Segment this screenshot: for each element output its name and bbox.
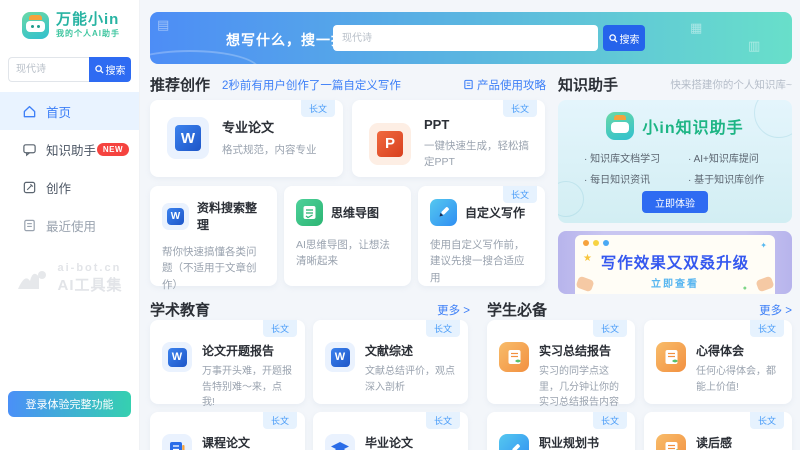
- report-pencil-icon: [656, 434, 686, 450]
- word-icon: W: [162, 203, 189, 230]
- card-literature-review[interactable]: 长文 W 文献综述 文献总结评价，观点深入剖析: [313, 320, 468, 404]
- new-badge: NEW: [97, 143, 129, 156]
- long-text-badge: 长文: [593, 320, 627, 337]
- card-graduation-thesis[interactable]: 长文 毕业论文 格式规范、内容专业的毕业: [313, 412, 468, 450]
- banner-search-input[interactable]: [333, 25, 598, 51]
- chat-icon: [22, 142, 37, 157]
- card-custom-writing[interactable]: 长文 自定义写作 使用自定义写作前，建议先搜一搜合适应用: [418, 186, 545, 286]
- report-leaf-icon: [499, 342, 529, 372]
- pen-icon: [430, 199, 457, 226]
- sidebar-item-create[interactable]: 创作: [0, 168, 139, 206]
- mindmap-icon: [296, 199, 323, 226]
- sidebar-item-recent[interactable]: 最近使用: [0, 206, 139, 244]
- ai-bot-logo-icon: [17, 267, 51, 291]
- knowledge-panel-title: 小in知识助手: [642, 114, 743, 138]
- recommend-header: 推荐创作 2秒前有用户创作了一篇自定义写作 产品使用攻略: [150, 74, 546, 95]
- promo-banner[interactable]: ★ ✦ ● 写作效果又双叒升级 立即查看: [558, 231, 792, 294]
- report-leaf-icon: [656, 342, 686, 372]
- word-icon: W: [167, 117, 209, 159]
- try-now-button[interactable]: 立即体验: [642, 191, 708, 213]
- pen-icon: [499, 434, 529, 450]
- sidebar-search-button[interactable]: 搜索: [89, 57, 131, 82]
- banner-prompt: 想写什么，搜一搜: [226, 30, 346, 50]
- knowledge-header: 知识助手 快来搭建你的个人知识库~: [558, 74, 792, 95]
- card-book-review[interactable]: 长文 读后感: [644, 412, 792, 450]
- sidebar-item-home[interactable]: 首页: [0, 92, 139, 130]
- ppt-deco-icon: ▦: [690, 20, 702, 36]
- student-more-link[interactable]: 更多 >: [759, 302, 792, 318]
- recent-icon: [22, 218, 37, 233]
- graduation-cap-icon: [325, 434, 355, 450]
- feature-item: 知识库文档学习: [584, 150, 688, 165]
- student-section-header: 学生必备 更多 >: [487, 299, 792, 320]
- knowledge-subtitle: 快来搭建你的个人知识库~: [670, 77, 792, 92]
- main-content: ▤ ▦ ▥ 想写什么，搜一搜 搜索 推荐创作 2秒前有用户创作了一篇自定义写作 …: [140, 0, 800, 450]
- long-text-badge: 长文: [503, 186, 537, 203]
- card-ppt[interactable]: 长文 P PPT 一键快速生成，轻松搞定PPT: [352, 100, 545, 177]
- long-text-badge: 长文: [750, 412, 784, 429]
- long-text-badge: 长文: [426, 320, 460, 337]
- academic-section-header: 学术教育 更多 >: [150, 299, 470, 320]
- banner-search-button[interactable]: 搜索: [603, 25, 645, 51]
- card-research-search[interactable]: W 资料搜索整理 帮你快速搞懂各类问题（不适用于文章创作）: [150, 186, 277, 286]
- login-button[interactable]: 登录体验完整功能: [8, 391, 131, 417]
- sidebar-search-input[interactable]: [8, 57, 89, 82]
- long-text-badge: 长文: [593, 412, 627, 429]
- search-icon: [95, 65, 104, 74]
- promo-card: ★ ✦ ● 写作效果又双叒升级 立即查看: [575, 235, 775, 294]
- recommend-title: 推荐创作: [150, 74, 210, 95]
- app-title: 万能小in: [56, 12, 120, 28]
- knowledge-feature-list: 知识库文档学习 AI+知识库提问 每日知识资讯 基于知识库创作: [584, 150, 792, 186]
- search-icon: [609, 34, 618, 43]
- sidebar-nav: 首页 知识助手 NEW 创作 最近使用: [0, 92, 139, 244]
- home-icon: [22, 104, 37, 119]
- edit-icon: [22, 180, 37, 195]
- long-text-badge: 长文: [301, 100, 335, 117]
- long-text-badge: 长文: [503, 100, 537, 117]
- long-text-badge: 长文: [263, 412, 297, 429]
- long-text-badge: 长文: [750, 320, 784, 337]
- word-icon: W: [325, 342, 355, 372]
- robot-logo-icon: [22, 12, 49, 39]
- doc-deco-icon: ▤: [157, 17, 169, 33]
- list-doc-icon: [162, 434, 192, 450]
- card-mindmap[interactable]: 思维导图 AI思维导图，让想法清晰起来: [284, 186, 411, 286]
- card-professional-paper[interactable]: 长文 W 专业论文 格式规范，内容专业: [150, 100, 343, 177]
- knowledge-panel: 小in知识助手 知识库文档学习 AI+知识库提问 每日知识资讯 基于知识库创作 …: [558, 100, 792, 223]
- window-dots-icon: [583, 240, 609, 246]
- app-subtitle: 我的个人AI助手: [56, 28, 120, 39]
- sidebar: 万能小in 我的个人AI助手 搜索 首页 知识助手 NEW 创作 最近使用: [0, 0, 140, 450]
- app-logo[interactable]: 万能小in 我的个人AI助手: [0, 0, 139, 49]
- activity-ticker: 2秒前有用户创作了一篇自定义写作: [222, 77, 401, 93]
- long-text-badge: 长文: [263, 320, 297, 337]
- card-reflections[interactable]: 长文 心得体会 任何心得体会，都能上价值!: [644, 320, 792, 404]
- doc-deco-icon: ▥: [748, 38, 760, 54]
- feature-item: 每日知识资讯: [584, 171, 688, 186]
- search-banner: ▤ ▦ ▥ 想写什么，搜一搜 搜索: [150, 12, 792, 64]
- watermark: ai-bot.cn AI工具集: [0, 262, 140, 295]
- wave-deco: [150, 50, 260, 64]
- feature-item: 基于知识库创作: [688, 171, 792, 186]
- long-text-badge: 长文: [426, 412, 460, 429]
- sidebar-item-knowledge[interactable]: 知识助手 NEW: [0, 130, 139, 168]
- knowledge-title: 知识助手: [558, 74, 618, 95]
- card-career-plan[interactable]: 长文 职业规划书: [487, 412, 635, 450]
- academic-more-link[interactable]: 更多 >: [437, 302, 470, 318]
- product-guide-link[interactable]: 产品使用攻略: [463, 77, 546, 93]
- promo-title: 写作效果又双叒升级: [575, 251, 775, 273]
- student-section-title: 学生必备: [487, 299, 547, 320]
- promo-cta: 立即查看: [575, 275, 775, 290]
- star-icon: ✦: [760, 241, 767, 250]
- card-course-paper[interactable]: 长文 课程论文 格式规范、内容专业的课程: [150, 412, 305, 450]
- sidebar-search: 搜索: [8, 57, 131, 82]
- feature-item: AI+知识库提问: [688, 150, 792, 165]
- card-internship-report[interactable]: 长文 实习总结报告 实习的同学点这里，几分钟让你的实习总结报告内容满满: [487, 320, 635, 404]
- robot-icon: [606, 112, 634, 140]
- ppt-icon: P: [369, 123, 411, 165]
- academic-section-title: 学术教育: [150, 299, 210, 320]
- card-thesis-proposal[interactable]: 长文 W 论文开题报告 万事开头难，开题报告特别难～来，点我!: [150, 320, 305, 404]
- word-icon: W: [162, 342, 192, 372]
- guide-doc-icon: [463, 79, 474, 90]
